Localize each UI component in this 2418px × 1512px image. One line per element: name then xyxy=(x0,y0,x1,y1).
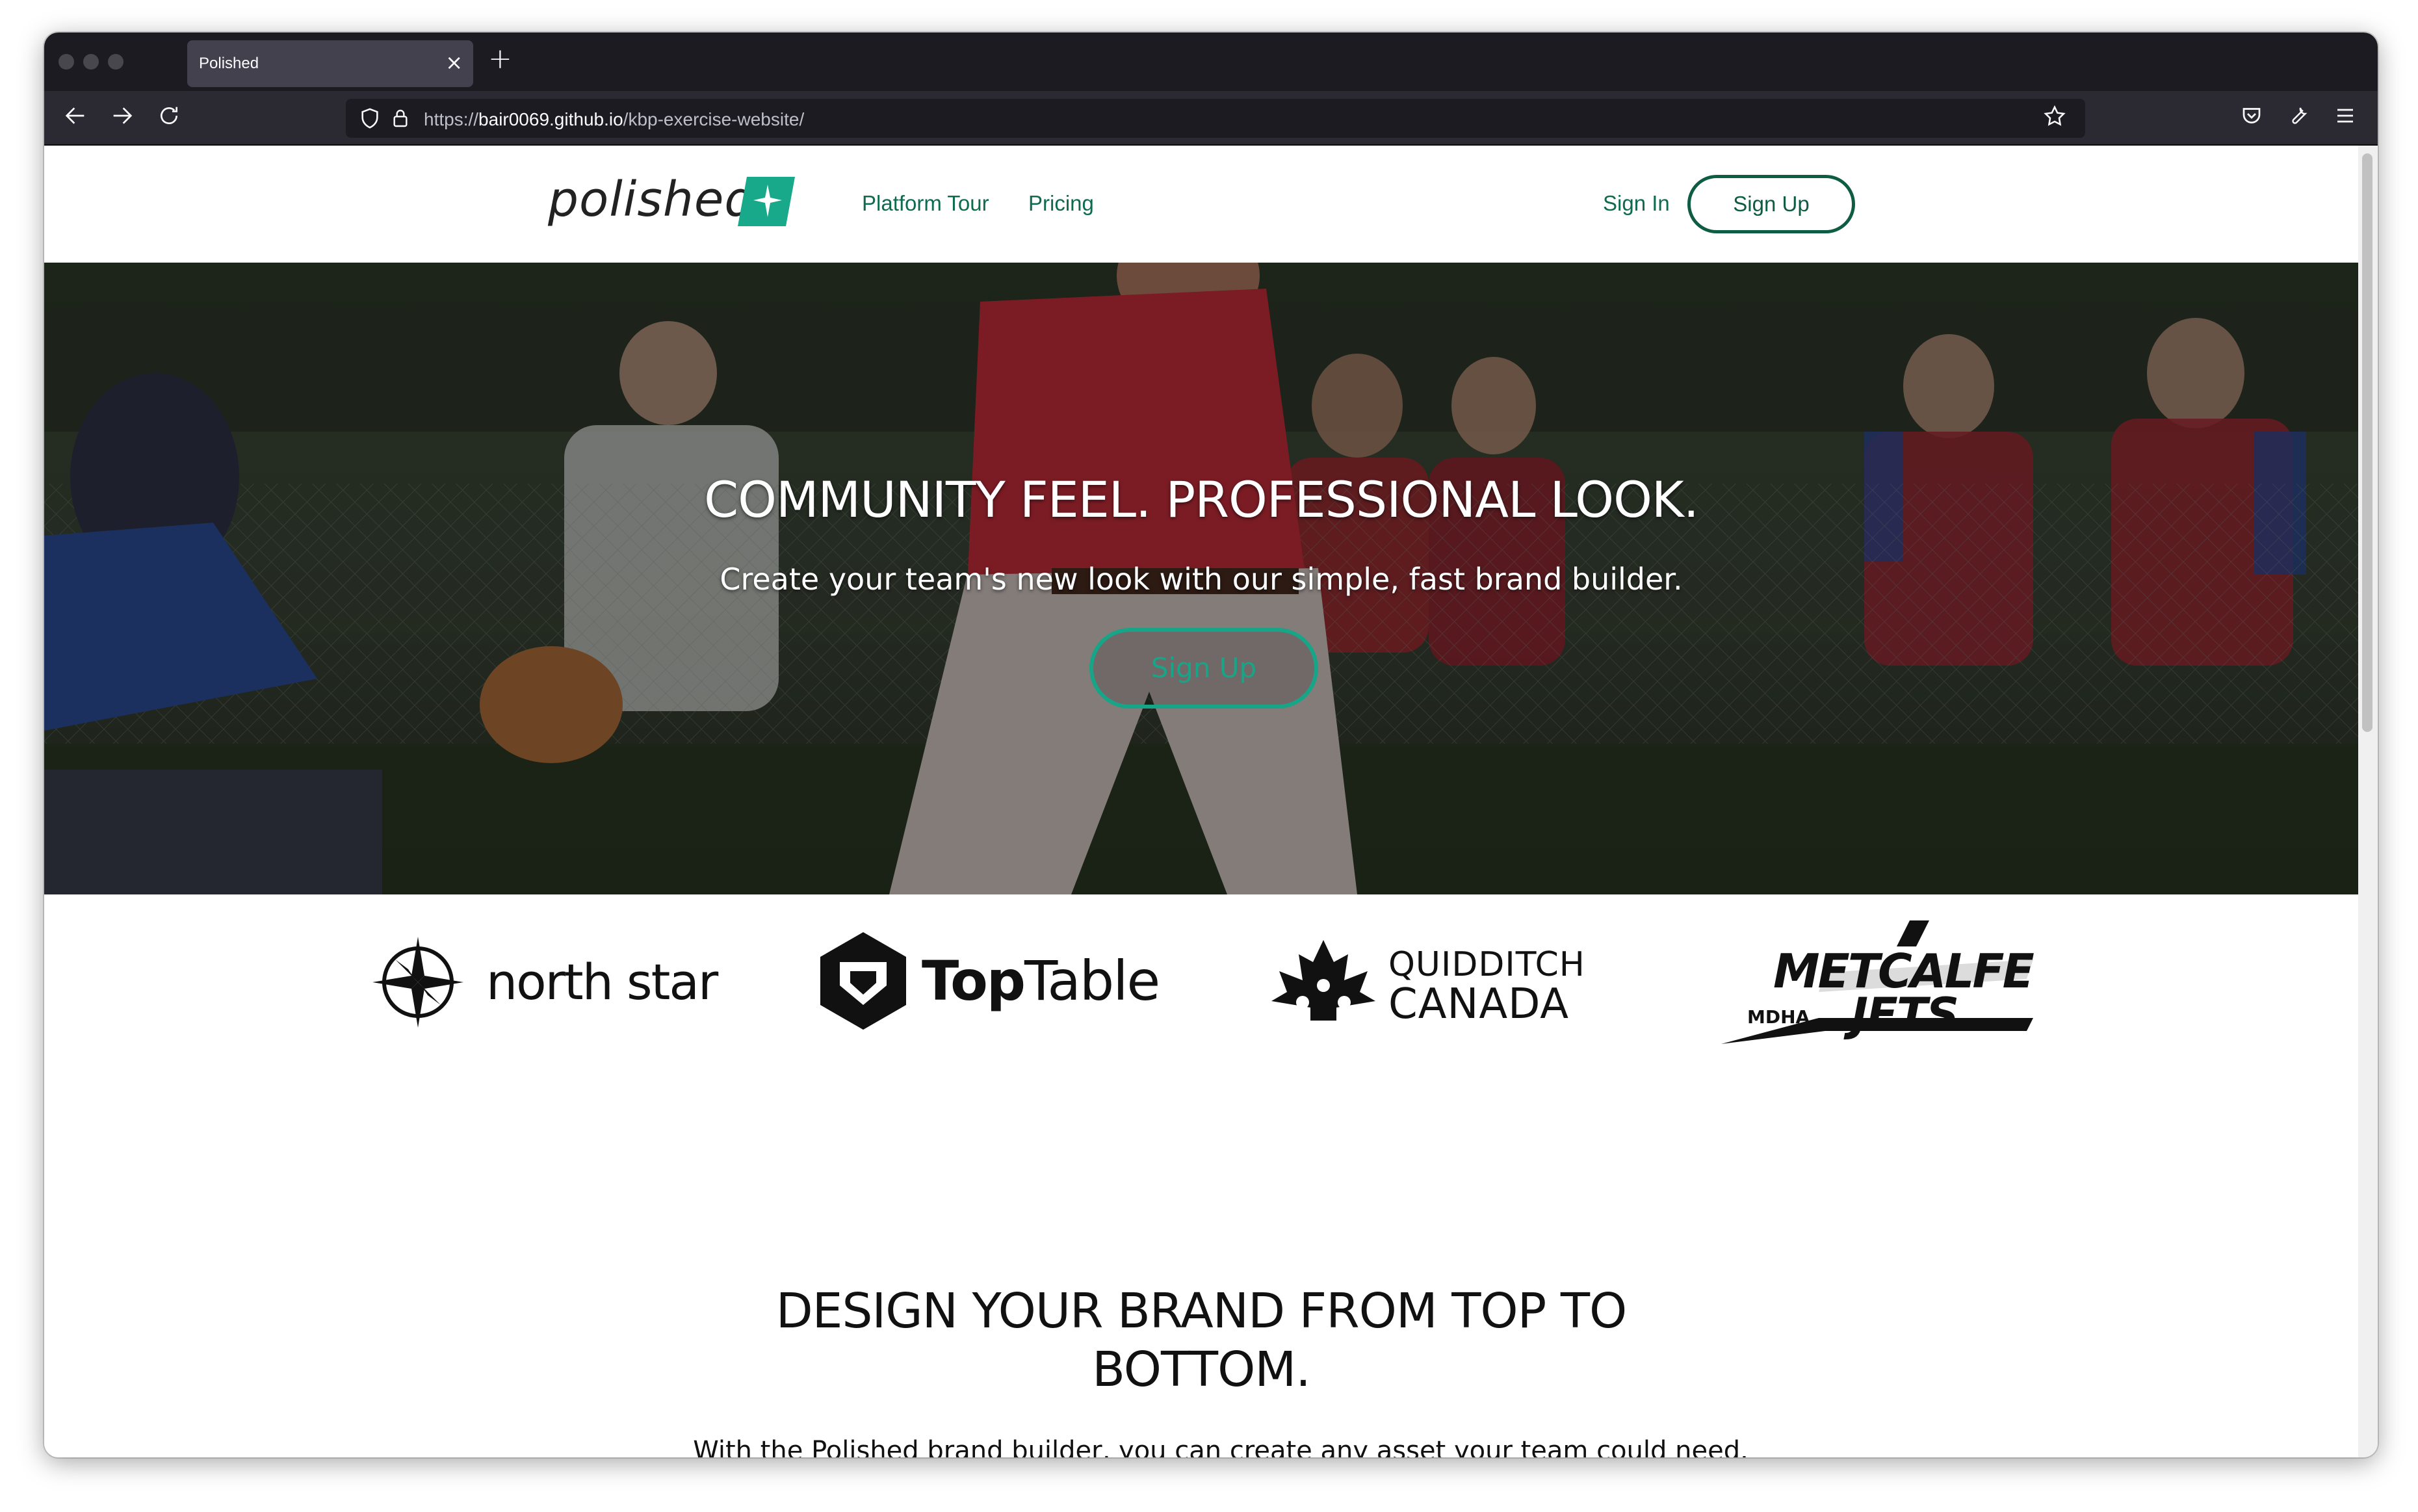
url-bar[interactable]: https://bair0069.github.io/kbp-exercise-… xyxy=(346,99,2085,138)
nav-platform-tour[interactable]: Platform Tour xyxy=(862,191,989,216)
toptable-word-table: Table xyxy=(1024,949,1160,1013)
maple-leaf-icon xyxy=(1271,940,1375,1021)
north-star-logo: north star xyxy=(369,933,733,1037)
metcalfe-jets-logo: METCALFE JETS MDHA xyxy=(1721,920,2059,1050)
url-host: bair0069.github.io xyxy=(478,109,623,129)
page-viewport: polished Platform Tour Pricing Sign In S… xyxy=(44,146,2358,1457)
toptable-word-top: Top xyxy=(922,949,1026,1013)
navigation-toolbar: https://bair0069.github.io/kbp-exercise-… xyxy=(44,91,2378,146)
new-tab-button[interactable]: + xyxy=(488,43,512,75)
quidditch-canada-logo: QUIDDITCH CANADA xyxy=(1271,933,1596,1037)
nav-pricing[interactable]: Pricing xyxy=(1028,191,1094,216)
brand-body-text: With the Polished brand builder, you can… xyxy=(693,1436,1748,1457)
toptable-shield-icon xyxy=(820,932,906,1030)
hero-section: COMMUNITY FEEL. PROFESSIONAL LOOK. Creat… xyxy=(44,263,2358,894)
url-path: /kbp-exercise-website/ xyxy=(623,109,805,129)
mdha-wordmark: MDHA xyxy=(1747,1006,1810,1028)
close-window-dot[interactable] xyxy=(58,54,74,70)
url-scheme: https:// xyxy=(424,109,479,129)
hero-subtitle: Create your team's new look with our sim… xyxy=(720,562,1683,597)
jets-wordmark: JETS xyxy=(1851,988,1959,1041)
browser-window: Polished × + https://bair0069.github.io/… xyxy=(44,33,2378,1457)
north-star-wordmark: north star xyxy=(486,953,718,1011)
hamburger-menu-icon[interactable] xyxy=(2334,104,2362,133)
wrench-icon[interactable] xyxy=(2287,104,2315,133)
canada-wordmark: CANADA xyxy=(1388,980,1570,1028)
pocket-icon[interactable] xyxy=(2240,104,2268,133)
hero-title: COMMUNITY FEEL. PROFESSIONAL LOOK. xyxy=(704,471,1699,528)
scrollbar-thumb[interactable] xyxy=(2362,153,2372,732)
browser-tab[interactable]: Polished × xyxy=(187,40,473,87)
logo-wordmark: polished xyxy=(548,172,756,228)
back-icon[interactable] xyxy=(60,103,91,134)
bookmark-star-icon[interactable] xyxy=(2042,104,2067,135)
brand-heading: DESIGN YOUR BRAND FROM TOP TO BOTTOM. xyxy=(775,1283,1628,1398)
tab-title: Polished xyxy=(199,55,259,72)
compass-icon xyxy=(372,937,463,1028)
forward-icon[interactable] xyxy=(107,103,138,134)
quidditch-wordmark: QUIDDITCH xyxy=(1388,945,1585,984)
tab-strip: Polished × + xyxy=(44,33,2378,91)
site-header: polished Platform Tour Pricing Sign In S… xyxy=(44,146,2358,263)
nav-sign-in[interactable]: Sign In xyxy=(1603,191,1670,216)
minimize-window-dot[interactable] xyxy=(83,54,99,70)
logo-star-icon xyxy=(738,177,795,226)
reload-icon[interactable] xyxy=(153,103,185,134)
client-logos-row: north star Top Table QUIDDITCH CANADA ME… xyxy=(44,894,2358,1089)
tab-close-icon[interactable]: × xyxy=(445,49,463,75)
hero-sign-up-button[interactable]: Sign Up xyxy=(1089,628,1318,709)
zoom-window-dot[interactable] xyxy=(108,54,124,70)
url-text[interactable]: https://bair0069.github.io/kbp-exercise-… xyxy=(424,109,804,130)
lock-icon[interactable] xyxy=(390,107,411,133)
toptable-logo: Top Table xyxy=(818,927,1160,1037)
header-sign-up-button[interactable]: Sign Up xyxy=(1687,175,1855,233)
tracking-shield-icon[interactable] xyxy=(359,107,381,133)
